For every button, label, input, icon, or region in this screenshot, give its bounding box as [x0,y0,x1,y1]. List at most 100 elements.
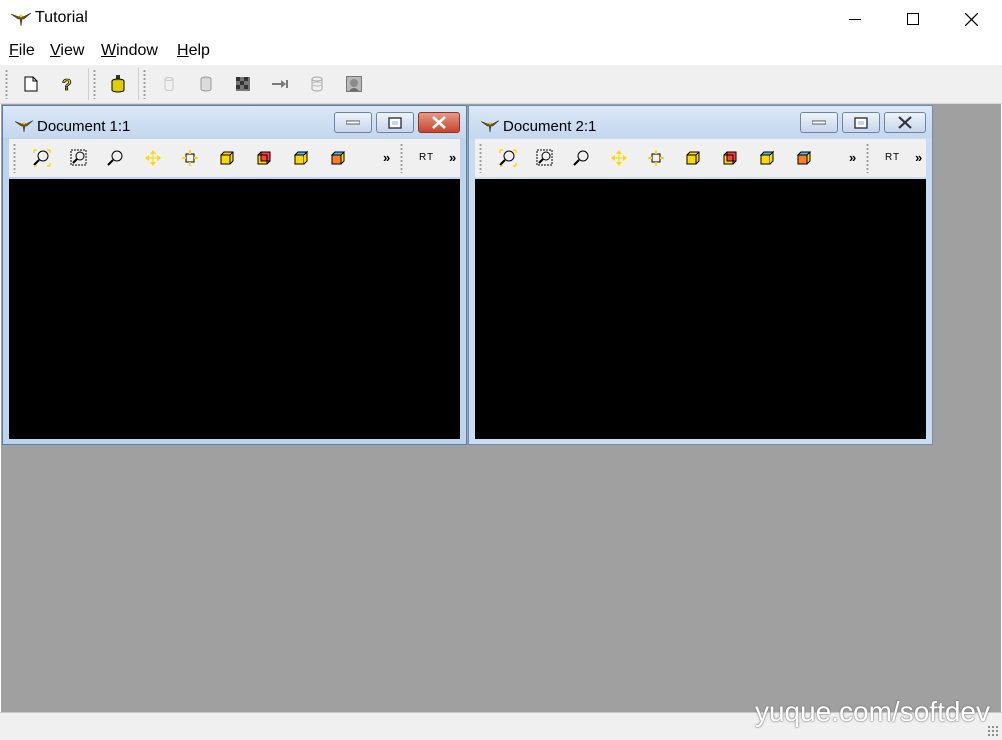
toolbar-separator [88,68,89,100]
image-button[interactable] [343,73,365,95]
menu-help[interactable]: Help [177,42,210,60]
document-title-bar[interactable]: Document 1:1 [3,106,466,138]
toolbar-grip[interactable] [479,143,482,173]
menu-view[interactable]: View [50,42,84,60]
toolbar-grip[interactable] [400,143,403,173]
shape-icon [164,77,174,91]
minimize-button[interactable] [826,0,884,38]
fit-all-button[interactable] [497,147,519,169]
back-view-icon [257,151,271,165]
top-view-button[interactable] [756,147,778,169]
view-toolbar: » RT » [9,139,460,177]
shape-button[interactable] [158,73,180,95]
back-view-icon [723,151,737,165]
texture-icon [236,77,250,91]
fit-all-button[interactable] [31,147,53,169]
axonometric-view-button[interactable] [793,147,815,169]
document-title: Document 1:1 [37,118,131,135]
zoom-icon [573,150,589,166]
front-view-button[interactable] [216,147,238,169]
pan-icon [611,150,627,166]
global-pan-icon [648,150,664,166]
maximize-icon [854,116,868,129]
maximize-icon [907,13,919,25]
document-window-1[interactable]: Document 1:1 » RT » [2,105,467,445]
zoom-window-icon [536,149,553,166]
document-close-button[interactable] [884,112,926,133]
toolbar-grip[interactable] [93,69,96,99]
global-pan-button[interactable] [179,147,201,169]
toolbar-grip[interactable] [13,143,16,173]
document-minimize-button[interactable] [800,112,838,133]
top-view-icon [293,150,309,165]
arrow-button[interactable] [269,73,291,95]
view-toolbar: » RT » [475,139,926,177]
document-title-bar[interactable]: Document 2:1 [469,106,932,138]
top-view-button[interactable] [290,147,312,169]
help-icon: ? [62,77,73,93]
new-document-icon [24,76,38,92]
minimize-icon [346,120,360,124]
main-toolbar: ? [0,65,1002,104]
axonometric-view-button[interactable] [327,147,349,169]
toolbar-overflow-button[interactable]: » [383,150,390,165]
close-button[interactable] [942,0,1000,38]
menu-bar: File View Window Help [0,38,1002,65]
pan-button[interactable] [142,147,164,169]
3d-viewport[interactable] [9,179,460,439]
pan-icon [145,150,161,166]
close-icon [964,12,978,26]
document-minimize-button[interactable] [334,112,372,133]
menu-window[interactable]: Window [101,42,158,60]
zoom-window-button[interactable] [68,147,90,169]
texture-button[interactable] [232,73,254,95]
minimize-icon [849,19,861,20]
pan-button[interactable] [608,147,630,169]
app-bird-icon [10,10,32,28]
fit-all-icon [33,149,51,167]
close-icon [432,116,446,129]
app-bird-icon [13,118,35,134]
zoom-window-icon [70,149,87,166]
toolbar-grip[interactable] [5,69,8,99]
cylinder-button[interactable] [195,73,217,95]
toolbar-separator [138,68,139,100]
document-window-2[interactable]: Document 2:1 » RT » [468,105,933,445]
help-button[interactable]: ? [56,73,78,95]
cylinder-outline-icon [311,76,323,92]
toolbar-grip[interactable] [866,143,869,173]
back-view-button[interactable] [719,147,741,169]
global-pan-button[interactable] [645,147,667,169]
front-view-icon [686,151,700,165]
3d-viewport[interactable] [475,179,926,439]
back-view-button[interactable] [253,147,275,169]
zoom-window-button[interactable] [534,147,556,169]
document-close-button[interactable] [418,112,460,133]
svg-text:?: ? [62,77,72,93]
cylinder-icon [200,76,212,92]
ray-tracing-button[interactable]: RT [419,152,434,163]
front-view-button[interactable] [682,147,704,169]
fit-all-icon [499,149,517,167]
title-bar: Tutorial [0,0,1002,38]
document-maximize-button[interactable] [376,112,414,133]
app-bird-icon [479,118,501,134]
axonometric-view-icon [796,151,812,165]
menu-file[interactable]: File [9,42,35,60]
database-button[interactable] [107,73,129,95]
ray-tracing-button[interactable]: RT [885,152,900,163]
database-icon [111,75,125,93]
toolbar-overflow-button[interactable]: » [449,150,456,165]
toolbar-overflow-button[interactable]: » [915,150,922,165]
new-document-button[interactable] [20,73,42,95]
zoom-button[interactable] [105,147,127,169]
zoom-button[interactable] [571,147,593,169]
close-icon [898,116,912,129]
maximize-button[interactable] [884,0,942,38]
minimize-icon [812,120,826,124]
document-maximize-button[interactable] [842,112,880,133]
toolbar-grip[interactable] [143,69,146,99]
document-title: Document 2:1 [503,118,597,135]
cylinder-outline-button[interactable] [306,73,328,95]
toolbar-overflow-button[interactable]: » [849,150,856,165]
